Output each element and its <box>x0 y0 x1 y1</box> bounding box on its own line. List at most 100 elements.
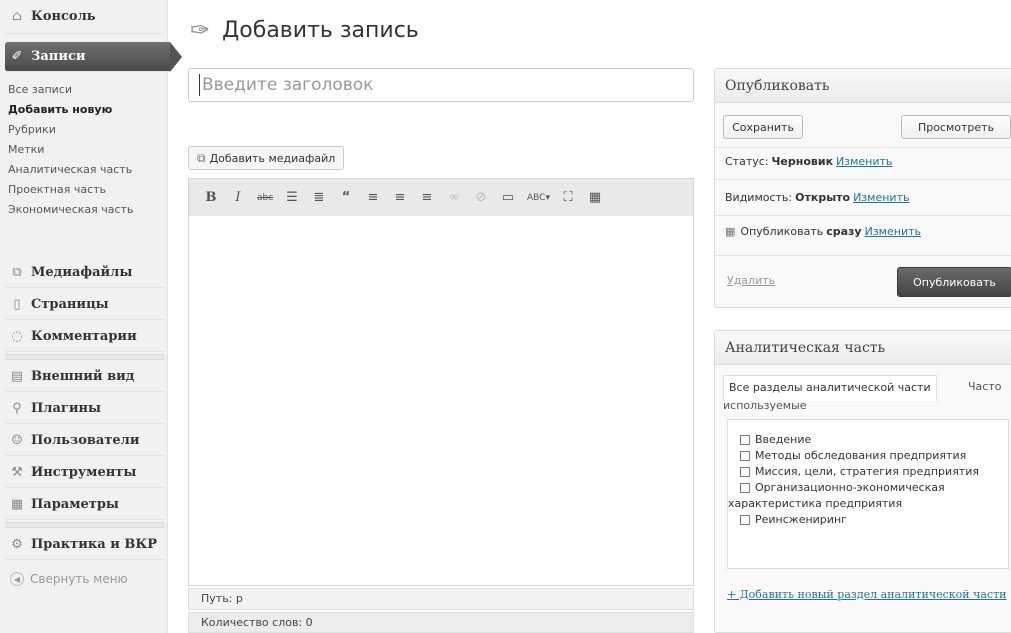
link-icon[interactable]: ∞ <box>446 190 462 206</box>
align-right-icon[interactable]: ≡ <box>419 190 435 206</box>
category-item[interactable]: Реинсжениринг <box>740 512 1008 528</box>
calendar-icon: ▦ <box>725 225 736 238</box>
menu-tools-label: Инструменты <box>31 465 137 480</box>
bullet-list-icon[interactable]: ☰ <box>284 190 300 206</box>
appearance-icon: ▤ <box>10 369 24 384</box>
word-count: Количество слов: 0 <box>188 612 694 633</box>
category-label: Реинсжениринг <box>755 513 847 526</box>
text-caret <box>199 74 200 96</box>
tools-icon: ⚒ <box>11 465 23 480</box>
menu-console[interactable]: ⌂ Консоль <box>5 0 165 34</box>
preview-button[interactable]: Просмотреть <box>901 115 1011 139</box>
submenu-analytic[interactable]: Аналитическая часть <box>5 160 165 180</box>
spellcheck-icon[interactable]: ABC▾ <box>527 190 550 206</box>
publish-box-title[interactable]: Опубликовать <box>715 69 1011 103</box>
category-item[interactable]: Методы обследования предприятия <box>740 448 1008 464</box>
blockquote-icon[interactable]: “ <box>338 190 354 206</box>
add-new-category-link[interactable]: + Добавить новый раздел аналитической ча… <box>727 586 1007 603</box>
collapse-menu[interactable]: ◀ Свернуть меню <box>10 572 128 586</box>
strikethrough-icon[interactable]: abc <box>257 190 273 206</box>
bold-icon[interactable]: B <box>203 190 219 206</box>
menu-practice[interactable]: ⚙ Практика и ВКР <box>5 530 165 560</box>
menu-appearance[interactable]: ▤ Внешний вид <box>5 362 165 392</box>
submenu-economic[interactable]: Экономическая часть <box>5 200 165 220</box>
align-left-icon[interactable]: ≡ <box>365 190 381 206</box>
menu-console-label: Консоль <box>31 9 96 24</box>
posts-submenu: Все записи Добавить новую Рубрики Метки … <box>5 80 165 220</box>
numbered-list-icon[interactable]: ≣ <box>311 190 327 206</box>
category-checkbox[interactable] <box>740 467 750 477</box>
menu-plugins[interactable]: ⚲ Плагины <box>5 394 165 424</box>
divider <box>715 255 1011 256</box>
category-label: Организационно-экономическая <box>755 481 945 494</box>
category-checkbox[interactable] <box>740 483 750 493</box>
status-row: Статус: Черновик Изменить <box>725 155 892 168</box>
menu-users[interactable]: ☺ Пользователи <box>5 426 165 456</box>
post-title-placeholder: Введите заголовок <box>202 75 374 95</box>
menu-posts-label: Записи <box>31 49 86 64</box>
schedule-edit-link[interactable]: Изменить <box>865 225 921 238</box>
home-icon: ⌂ <box>12 9 22 24</box>
submenu-project[interactable]: Проектная часть <box>5 180 165 200</box>
category-item[interactable]: Введение <box>740 432 1008 448</box>
post-title-input[interactable]: Введите заголовок <box>188 68 694 102</box>
menu-users-label: Пользователи <box>31 433 140 448</box>
status-label: Статус: <box>725 155 769 168</box>
editor-path-bar: Путь: p <box>188 588 694 610</box>
divider <box>715 179 1011 180</box>
users-icon: ☺ <box>11 433 23 448</box>
category-label: Методы обследования предприятия <box>755 449 967 462</box>
category-tabs: Все разделы аналитической части Часто ис… <box>723 375 1011 425</box>
visibility-value: Открыто <box>795 191 851 204</box>
comment-icon: ◌ <box>11 329 23 344</box>
tab-frequent-continued[interactable]: используемые <box>723 399 807 412</box>
add-media-button[interactable]: ⧉ Добавить медиафайл <box>188 146 345 170</box>
menu-plugins-label: Плагины <box>31 401 102 416</box>
visibility-edit-link[interactable]: Изменить <box>853 191 909 204</box>
kitchen-sink-icon[interactable]: ▦ <box>587 190 603 206</box>
submenu-tags[interactable]: Метки <box>5 140 165 160</box>
menu-comments[interactable]: ◌ Комментарии <box>5 322 165 352</box>
submenu-add-new[interactable]: Добавить новую <box>5 100 165 120</box>
unlink-icon[interactable]: ⊘ <box>473 190 489 206</box>
add-media-label: Добавить медиафайл <box>209 151 336 165</box>
tab-all-categories[interactable]: Все разделы аналитической части <box>723 375 937 401</box>
category-item[interactable]: Миссия, цели, стратегия предприятия <box>740 464 1008 480</box>
publish-button[interactable]: Опубликовать <box>897 267 1011 297</box>
category-item[interactable]: Организационно-экономическая <box>740 480 1008 496</box>
publish-box: Опубликовать Сохранить Просмотреть Стату… <box>714 68 1011 308</box>
editor-content-area[interactable] <box>188 216 694 586</box>
fullscreen-icon[interactable]: ⛶ <box>560 190 576 206</box>
submenu-all-posts[interactable]: Все записи <box>5 80 165 100</box>
category-label: Введение <box>755 433 812 446</box>
menu-posts[interactable]: ✐ Записи <box>5 42 182 72</box>
menu-tools[interactable]: ⚒ Инструменты <box>5 458 165 488</box>
tab-frequent[interactable]: Часто <box>968 375 1001 399</box>
category-checkbox[interactable] <box>740 515 750 525</box>
menu-pages-label: Страницы <box>31 297 109 312</box>
schedule-label: Опубликовать <box>740 225 824 238</box>
menu-separator-2 <box>5 522 165 528</box>
delete-link[interactable]: Удалить <box>727 274 775 287</box>
category-checklist: Введение Методы обследования предприятия… <box>727 419 1009 569</box>
settings-icon: ▦ <box>10 497 24 512</box>
analytic-box-title[interactable]: Аналитическая часть <box>715 331 1011 365</box>
save-draft-button[interactable]: Сохранить <box>723 115 803 139</box>
menu-comments-label: Комментарии <box>31 329 137 344</box>
status-edit-link[interactable]: Изменить <box>836 155 892 168</box>
media-icon: ⧉ <box>12 265 22 280</box>
category-checkbox[interactable] <box>740 435 750 445</box>
menu-pages[interactable]: ▯ Страницы <box>5 290 165 320</box>
align-center-icon[interactable]: ≡ <box>392 190 408 206</box>
more-tag-icon[interactable]: ▭ <box>500 190 516 206</box>
gear-icon: ⚙ <box>11 537 23 552</box>
category-checkbox[interactable] <box>740 451 750 461</box>
pin-icon: ✐ <box>11 49 23 64</box>
menu-settings[interactable]: ▦ Параметры <box>5 490 165 520</box>
submenu-categories[interactable]: Рубрики <box>5 120 165 140</box>
menu-media[interactable]: ⧉ Медиафайлы <box>5 258 165 288</box>
menu-settings-label: Параметры <box>31 497 119 512</box>
category-label: Миссия, цели, стратегия предприятия <box>755 465 979 478</box>
italic-icon[interactable]: I <box>230 190 246 206</box>
pushpin-icon: ✑ <box>190 16 211 44</box>
